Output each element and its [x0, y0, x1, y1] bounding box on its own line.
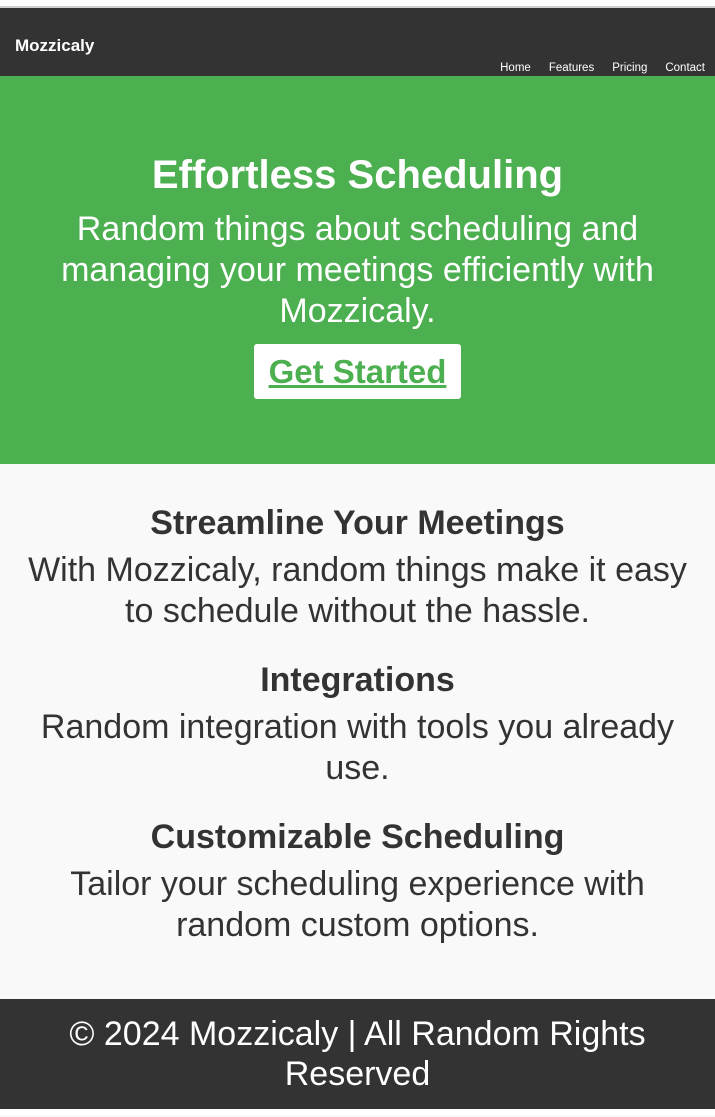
brand-logo[interactable]: Mozzicaly: [15, 36, 94, 56]
feature-description: Tailor your scheduling experience with r…: [70, 865, 645, 944]
feature-card: Integrations Random integration with too…: [0, 656, 715, 789]
top-strip: [0, 0, 715, 8]
navbar: Mozzicaly Home Features Pricing Contact: [0, 8, 715, 76]
hero-subtitle: Random things about scheduling and manag…: [61, 210, 654, 330]
feature-card: Customizable Scheduling Tailor your sche…: [0, 813, 715, 946]
footer-copyright: © 2024 Mozzicaly | All Random Rights Res…: [69, 1015, 646, 1093]
hero-title: Effortless Scheduling: [151, 153, 564, 197]
feature-description: Random integration with tools you alread…: [40, 708, 675, 787]
get-started-button[interactable]: Get Started: [253, 344, 462, 399]
nav-link-contact[interactable]: Contact: [665, 61, 705, 75]
feature-card: Streamline Your Meetings With Mozzicaly,…: [0, 499, 715, 632]
feature-title: Customizable Scheduling: [150, 818, 565, 856]
nav-link-features[interactable]: Features: [549, 61, 594, 75]
hero-section: Effortless Scheduling Random things abou…: [0, 76, 715, 464]
footer: © 2024 Mozzicaly | All Random Rights Res…: [0, 999, 715, 1109]
nav-link-pricing[interactable]: Pricing: [612, 61, 647, 75]
nav-link-home[interactable]: Home: [500, 61, 531, 75]
feature-description: With Mozzicaly, random things make it ea…: [28, 551, 687, 630]
nav-links: Home Features Pricing Contact: [500, 61, 705, 75]
feature-title: Streamline Your Meetings: [150, 504, 565, 542]
feature-title: Integrations: [260, 661, 455, 699]
bottom-strip: [0, 1109, 715, 1115]
features-section: Streamline Your Meetings With Mozzicaly,…: [0, 464, 715, 999]
